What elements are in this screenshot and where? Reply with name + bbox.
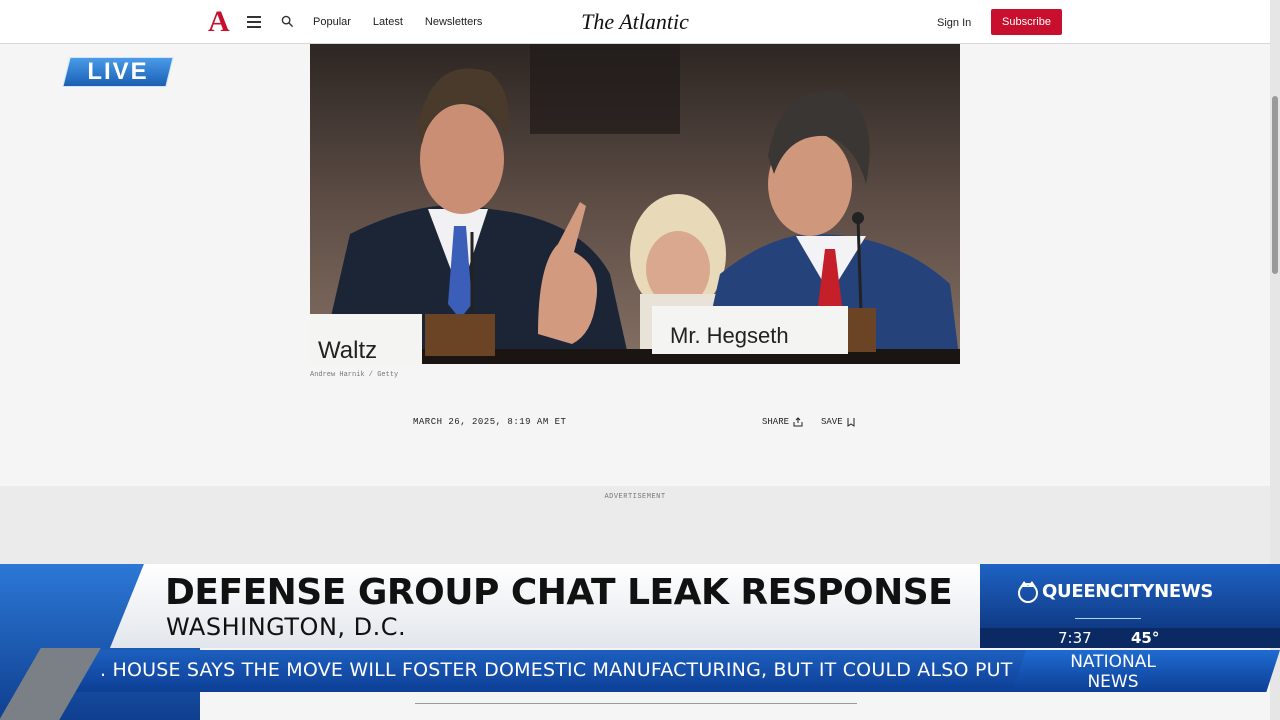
nav-newsletters[interactable]: Newsletters <box>425 16 482 28</box>
screen: A Popular Latest Newsletters The Atlanti… <box>0 0 1280 720</box>
temperature: 45° <box>1131 629 1160 647</box>
primary-nav: Popular Latest Newsletters <box>313 16 482 28</box>
search-icon[interactable] <box>281 15 294 28</box>
clock: 7:37 <box>1058 629 1092 647</box>
ticker-tag-line2: NEWS <box>1087 672 1139 692</box>
site-header: A Popular Latest Newsletters The Atlanti… <box>0 0 1270 44</box>
ticker-text: . HOUSE SAYS THE MOVE WILL FOSTER DOMEST… <box>100 659 1032 681</box>
share-icon <box>793 417 803 427</box>
save-button[interactable]: SAVE <box>821 417 855 427</box>
live-label: LIVE <box>87 58 149 85</box>
live-bug: LIVE <box>62 57 174 87</box>
lower-third-location: WASHINGTON, D.C. <box>166 613 407 641</box>
share-label: SHARE <box>762 417 790 427</box>
placard-waltz: Waltz <box>318 337 377 364</box>
subscribe-button[interactable]: Subscribe <box>991 9 1062 35</box>
photo-credit: Andrew Harnik / Getty <box>310 371 399 379</box>
station-logo: QUEENCITYNEWS <box>1014 579 1213 603</box>
sign-in-link[interactable]: Sign In <box>937 17 971 29</box>
ticker-tag-line1: NATIONAL <box>1070 652 1156 672</box>
placard-hegseth: Mr. Hegseth <box>670 323 789 348</box>
share-button[interactable]: SHARE <box>762 417 803 427</box>
lower-third-headline: DEFENSE GROUP CHAT LEAK RESPONSE <box>165 572 953 613</box>
hearing-photo-illustration: Waltz Mr. Hegseth <box>310 44 960 364</box>
nav-latest[interactable]: Latest <box>373 16 403 28</box>
advertisement-label: ADVERTISEMENT <box>604 493 666 501</box>
news-ticker: . HOUSE SAYS THE MOVE WILL FOSTER DOMEST… <box>60 650 1060 692</box>
scrollbar-thumb[interactable] <box>1272 96 1278 274</box>
crown-icon <box>1018 581 1038 603</box>
atlantic-logo[interactable]: A <box>208 5 230 39</box>
article-dateline: MARCH 26, 2025, 8:19 AM ET <box>413 417 567 427</box>
station-name: QUEENCITYNEWS <box>1042 580 1214 602</box>
site-wordmark[interactable]: The Atlantic <box>0 9 1270 35</box>
time-temp-bar <box>980 628 1280 648</box>
hamburger-menu-icon[interactable] <box>247 16 261 28</box>
station-divider <box>1075 618 1141 619</box>
ticker-tag-label: NATIONAL NEWS <box>1048 652 1178 692</box>
nav-popular[interactable]: Popular <box>313 16 351 28</box>
bookmark-icon <box>847 418 855 427</box>
underlying-page-bar <box>415 692 857 704</box>
hero-photo: Waltz Mr. Hegseth <box>310 44 960 364</box>
save-label: SAVE <box>821 417 843 427</box>
